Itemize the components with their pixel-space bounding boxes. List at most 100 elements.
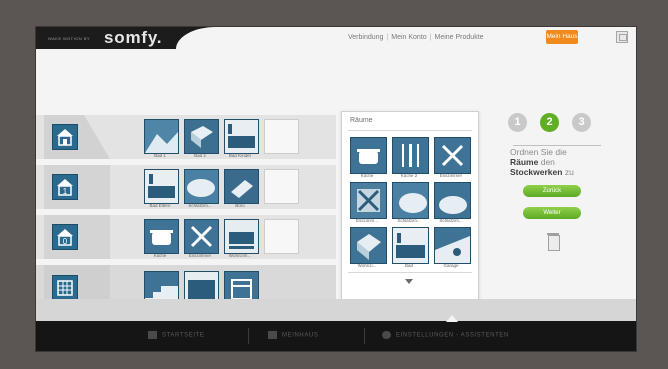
nav-startseite[interactable]: STARTSEITE <box>148 331 204 339</box>
panel-title: Räume <box>350 117 373 124</box>
car-icon <box>435 228 470 263</box>
room-tile-bad-1[interactable] <box>144 119 179 154</box>
nav-einstellungen-label: EINSTELLUNGEN - ASSISTENTEN <box>396 332 509 339</box>
panel-room-label: Küche 2 <box>400 173 418 178</box>
mein-haus-button[interactable]: Mein Haus <box>546 30 578 44</box>
room-slot-empty[interactable] <box>264 169 299 204</box>
topbar-curve <box>176 27 236 49</box>
nav-startseite-label: STARTSEITE <box>162 332 205 339</box>
top-nav: Verbindung | Mein Konto | Meine Produkte <box>348 34 484 41</box>
floor-0-icon: 0 <box>57 229 73 246</box>
instruction-bold-rooms: Räume <box>510 157 539 167</box>
top-bar: WAKE MOTION BY somfy. Verbindung | Mein Ko… <box>36 27 636 49</box>
nav-meine-produkte[interactable]: Meine Produkte <box>435 34 484 41</box>
cutlery-icon <box>393 138 428 173</box>
room-slot-empty[interactable] <box>264 219 299 254</box>
room-label: Wohnzim... <box>228 253 252 258</box>
desk-icon <box>225 170 258 203</box>
nav-meinhaus[interactable]: MEINHAUS <box>268 331 318 339</box>
cross-utensils-icon <box>185 220 218 253</box>
bed-icon <box>393 183 428 218</box>
instruction-pre: Ordnen Sie die <box>510 147 567 157</box>
room-label: Bad 1 <box>154 153 166 158</box>
scroll-down-icon[interactable] <box>405 279 413 284</box>
nav-mein-konto[interactable]: Mein Konto <box>391 34 426 41</box>
room-picker-panel[interactable]: Räume Küche Küche 2 Esszimmer Esszimm...… <box>341 111 479 331</box>
nav-verbindung[interactable]: Verbindung <box>348 34 383 41</box>
step-1[interactable]: 1 <box>508 113 527 132</box>
panel-room-esszimmer[interactable] <box>434 137 471 174</box>
cross-utensils-icon <box>435 138 470 173</box>
room-label: Büro <box>235 203 245 208</box>
app-screen: WAKE MOTION BY somfy. Verbindung | Mein Ko… <box>36 27 636 351</box>
somfy-logo: somfy. <box>104 28 163 47</box>
step-divider <box>513 145 601 146</box>
room-label: Esszimmer <box>188 253 212 258</box>
panel-room-esszimmer-2[interactable] <box>350 182 387 219</box>
nav-separator: | <box>429 34 432 41</box>
bottom-nav: STARTSEITE MEINHAUS EINSTELLUNGEN - ASSI… <box>36 321 636 351</box>
panel-divider <box>348 130 472 131</box>
panel-room-label: Garage <box>443 263 459 268</box>
room-label: Küche <box>153 253 167 258</box>
bed-icon <box>185 170 218 203</box>
trash-icon[interactable] <box>547 233 560 251</box>
panel-room-bad[interactable] <box>392 227 429 264</box>
instruction-post: zu <box>564 167 574 177</box>
step-3[interactable]: 3 <box>572 113 591 132</box>
room-label: Bad Kinder <box>228 153 252 158</box>
mountain-photo-icon <box>145 120 178 153</box>
bath-icon <box>225 120 258 153</box>
bath-icon <box>393 228 428 263</box>
room-tile-wohnzimmer[interactable] <box>224 219 259 254</box>
room-tile-schlafzimmer[interactable] <box>184 169 219 204</box>
window-toggle-icon[interactable] <box>616 31 628 43</box>
panel-room-label: Esszimmer <box>439 173 463 178</box>
panel-room-garage[interactable] <box>434 227 471 264</box>
panel-room-kueche-2[interactable] <box>392 137 429 174</box>
panel-room-label: Bad <box>404 263 413 268</box>
panel-room-label: Wohnzi... <box>357 263 377 268</box>
room-label: Schlafzim... <box>188 203 212 208</box>
floor-icon-0[interactable]: 0 <box>52 224 78 250</box>
room-tile-bad-eltern[interactable] <box>144 169 179 204</box>
floor-number: 1 <box>63 187 68 196</box>
pot-icon <box>351 138 386 173</box>
sofa-icon <box>225 220 258 253</box>
grid-icon <box>268 331 277 339</box>
room-tile-kueche[interactable] <box>144 219 179 254</box>
floor-icon-roof[interactable] <box>52 124 78 150</box>
room-tile-buero[interactable] <box>224 169 259 204</box>
bath-icon <box>145 170 178 203</box>
house-icon <box>351 228 386 263</box>
cross-utensils-icon <box>351 183 386 218</box>
floor-icon-keller[interactable] <box>52 275 78 301</box>
next-button[interactable]: Weiter <box>523 207 581 219</box>
floor-icon-1[interactable]: 1 <box>52 174 78 200</box>
building-grid-icon <box>57 280 73 296</box>
floor-1-icon: 1 <box>57 179 73 196</box>
bottom-shade <box>36 299 636 321</box>
panel-room-schlafzimmer-2[interactable] <box>434 182 471 219</box>
panel-room-label: Schlafzim... <box>439 218 463 223</box>
back-button[interactable]: Zurück <box>523 185 581 197</box>
nav-einstellungen[interactable]: EINSTELLUNGEN - ASSISTENTEN <box>382 331 509 339</box>
floor-row-0[interactable]: 0 Küche Esszimmer Wohnzim... <box>36 215 336 259</box>
nav-meinhaus-label: MEINHAUS <box>282 332 319 339</box>
box-photo-icon <box>185 120 218 153</box>
panel-room-label: Küche <box>360 173 374 178</box>
room-tile-bad-kinder[interactable] <box>224 119 259 154</box>
panel-room-schlafzimmer[interactable] <box>392 182 429 219</box>
step-2-active[interactable]: 2 <box>540 113 559 132</box>
room-tile-esszimmer[interactable] <box>184 219 219 254</box>
room-slot-empty[interactable] <box>264 119 299 154</box>
room-tile-bad-2[interactable] <box>184 119 219 154</box>
nav-separator <box>248 328 249 344</box>
floor-row-1[interactable]: 1 Bad Eltern Schlafzim... Büro <box>36 165 336 209</box>
floor-row-roof[interactable]: Bad 1 Bad 2 Bad Kinder <box>36 115 336 159</box>
instruction-mid: den <box>540 157 555 167</box>
panel-room-kueche[interactable] <box>350 137 387 174</box>
panel-room-wohnzimmer[interactable] <box>350 227 387 264</box>
instruction-bold-floors: Stockwerken <box>510 167 563 177</box>
active-pointer <box>446 315 458 322</box>
